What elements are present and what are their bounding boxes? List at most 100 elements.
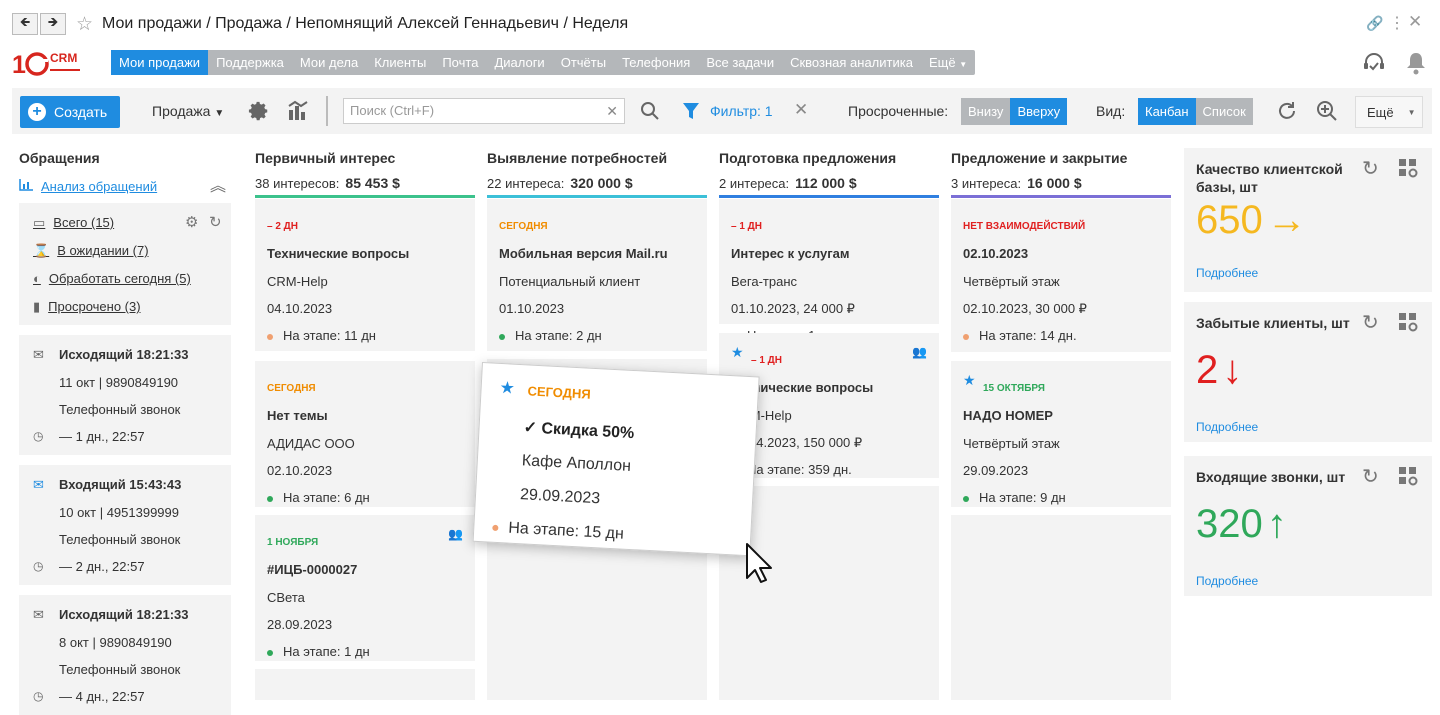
close-icon[interactable]: ✕ <box>1408 12 1422 32</box>
zoom-in-icon[interactable] <box>1316 100 1338 125</box>
nav-item-0[interactable]: Мои продажи <box>111 50 209 75</box>
column-title: Подготовка предложения <box>719 150 897 166</box>
column-title: Предложение и закрытие <box>951 150 1128 166</box>
mode-dropdown[interactable]: Продажа ▼ <box>152 103 224 119</box>
nav-item-6[interactable]: Отчёты <box>553 50 614 75</box>
widget-more-link[interactable]: Подробнее <box>1196 420 1258 434</box>
overdue-label: Просроченные: <box>848 103 949 119</box>
nav-item-1[interactable]: Поддержка <box>208 50 292 75</box>
nav-item-10[interactable]: Ещё ▼ <box>921 50 975 75</box>
stage-dot <box>963 495 969 502</box>
filter-overdue-label: Просрочено (3) <box>48 299 141 314</box>
call-ago: — 1 дн., 22:57 <box>59 429 145 444</box>
column-summary: 22 интереса: 320 000 $ <box>487 175 633 191</box>
headset-icon[interactable] <box>1362 51 1386 78</box>
refresh-icon[interactable]: ↻ <box>1362 464 1379 489</box>
filter-waiting[interactable]: ⌛ В ожидании (7) <box>33 243 149 259</box>
search-icon[interactable] <box>640 101 660 124</box>
call-card[interactable]: ✉ Исходящий 18:21:33 11 окт | 9890849190 Те… <box>19 335 231 455</box>
view-list-option[interactable]: Список <box>1195 98 1253 125</box>
more-button[interactable]: Ещё ▼ <box>1355 96 1423 128</box>
kanban-card[interactable]: – 1 ДН Интерес к услугам Вега-транс 01.10.2… <box>719 199 939 343</box>
link-icon[interactable]: 🔗 <box>1366 15 1383 32</box>
dragged-card-stage: На этапе: 15 дн <box>492 519 624 544</box>
grid-settings-icon[interactable] <box>1398 466 1418 489</box>
clock-icon: ◷ <box>33 689 44 703</box>
card-title: Интерес к услугам <box>731 246 850 261</box>
clear-search-icon[interactable]: ✕ <box>606 99 618 123</box>
forward-arrow-icon[interactable]: 🡺 <box>40 13 66 35</box>
filter-waiting-label: В ожидании (7) <box>57 243 149 258</box>
nav-item-7[interactable]: Телефония <box>614 50 698 75</box>
kanban-card[interactable]: – 2 ДН Технические вопросы CRM-Help 04.10.2… <box>255 199 475 351</box>
refresh-icon[interactable]: ↻ <box>1362 310 1379 335</box>
gear-icon[interactable] <box>248 100 270 125</box>
more-label: Ещё <box>1367 104 1394 120</box>
refresh-icon[interactable] <box>1276 100 1298 125</box>
clear-filter-icon[interactable]: ✕ <box>794 100 808 120</box>
nav-item-9[interactable]: Сквозная аналитика <box>782 50 921 75</box>
card-stage-text: На этапе: 1 дн <box>283 644 370 659</box>
nav-item-3[interactable]: Клиенты <box>366 50 434 75</box>
column-sum: 320 000 $ <box>570 175 633 191</box>
filter-icon[interactable] <box>682 102 700 123</box>
more-vertical-icon[interactable]: ⋮ <box>1389 13 1405 33</box>
nav-item-2[interactable]: Мои дела <box>292 50 366 75</box>
kanban-card[interactable]: СЕГОДНЯ Нет темы АДИДАС ООО 02.10.2023 На эт… <box>255 361 475 507</box>
dragged-card-stage-text: На этапе: 15 дн <box>507 519 625 543</box>
monitor-icon: ▭ <box>33 215 46 230</box>
overdue-bottom-option[interactable]: Внизу <box>961 98 1011 125</box>
widget-card: Качество клиентской базы, шт ↻ 650 → Подробн… <box>1184 148 1432 292</box>
kanban-card[interactable]: НЕТ ВЗАИМОДЕЙСТВИЙ 02.10.2023 Четвёртый эт… <box>951 199 1171 352</box>
widget-value: 320 ↑ <box>1196 502 1287 547</box>
refresh-icon[interactable]: ↻ <box>209 213 222 231</box>
filter-today[interactable]: ◐ Обработать сегодня (5) <box>33 271 191 286</box>
kanban-card[interactable]: СЕГОДНЯ Мобильная версия Mail.ru Потенциал… <box>487 199 707 351</box>
phone-incoming-icon: ✉ <box>33 477 44 492</box>
dragged-card[interactable]: ★ СЕГОДНЯ ✓ Скидка 50% Кафе Аполлон 29.0… <box>472 362 760 557</box>
card-tag: НЕТ ВЗАИМОДЕЙСТВИЙ <box>963 221 1086 232</box>
card-stage: На этапе: 9 дн <box>963 490 1066 505</box>
phone-outgoing-icon: ✉ <box>33 347 44 362</box>
create-button[interactable]: + Создать <box>20 96 120 128</box>
call-card[interactable]: ✉ Входящий 15:43:43 10 окт | 4951399999 Тел… <box>19 465 231 585</box>
chart-settings-icon[interactable] <box>287 100 311 125</box>
call-card[interactable]: ✉ Исходящий 18:21:33 8 окт | 9890849190 Тел… <box>19 595 231 715</box>
card-title: НАДО НОМЕР <box>963 408 1053 423</box>
grid-settings-icon[interactable] <box>1398 158 1418 181</box>
search-input[interactable]: Поиск (Ctrl+F) ✕ <box>343 98 625 124</box>
widget-number: 650 <box>1196 198 1263 242</box>
nav-item-8[interactable]: Все задачи <box>698 50 782 75</box>
view-kanban-option[interactable]: Канбан <box>1138 98 1196 125</box>
call-info: 10 окт | 4951399999 <box>59 505 179 520</box>
filter-label[interactable]: Фильтр: 1 <box>710 103 773 119</box>
kanban-card[interactable]: ★ 15 ОКТЯБРЯ НАДО НОМЕР Четвёртый этаж 29.09… <box>951 361 1171 507</box>
widget-more-link[interactable]: Подробнее <box>1196 266 1258 280</box>
filter-overdue[interactable]: ▮ Просрочено (3) <box>33 299 141 315</box>
kanban-card[interactable]: 👥 1 НОЯБРЯ #ИЦБ-0000027 СВета 28.09.2023 На э… <box>255 515 475 661</box>
collapse-icon[interactable]: ︽ <box>210 172 226 196</box>
widget-more-link[interactable]: Подробнее <box>1196 574 1258 588</box>
overdue-top-option[interactable]: Вверху <box>1010 98 1068 125</box>
gear-icon[interactable]: ⚙ <box>185 213 198 231</box>
filter-all[interactable]: ▭ Всего (15) <box>33 215 114 231</box>
grid-settings-icon[interactable] <box>1398 312 1418 335</box>
column-color-bar <box>487 195 707 198</box>
star-icon: ★ <box>963 372 976 388</box>
view-label: Вид: <box>1096 103 1126 119</box>
widget-card: Входящие звонки, шт ↻ 320 ↑ Подробнее <box>1184 456 1432 596</box>
card-tag: СЕГОДНЯ <box>267 383 316 394</box>
card-client: СВета <box>267 590 305 605</box>
refresh-icon[interactable]: ↻ <box>1362 156 1379 181</box>
star-icon[interactable]: ☆ <box>76 13 93 36</box>
column-count: 38 интересов: <box>255 176 340 191</box>
analysis-link[interactable]: Анализ обращений <box>19 179 157 194</box>
back-arrow-icon[interactable]: 🡸 <box>12 13 38 35</box>
appeals-title: Обращения <box>19 150 100 166</box>
logo: 1 CRM <box>12 51 102 77</box>
card-title: Мобильная версия Mail.ru <box>499 246 668 261</box>
nav-item-5[interactable]: Диалоги <box>486 50 552 75</box>
card-date: 04.10.2023 <box>267 301 333 316</box>
bell-icon[interactable] <box>1405 51 1427 78</box>
nav-item-4[interactable]: Почта <box>434 50 486 75</box>
